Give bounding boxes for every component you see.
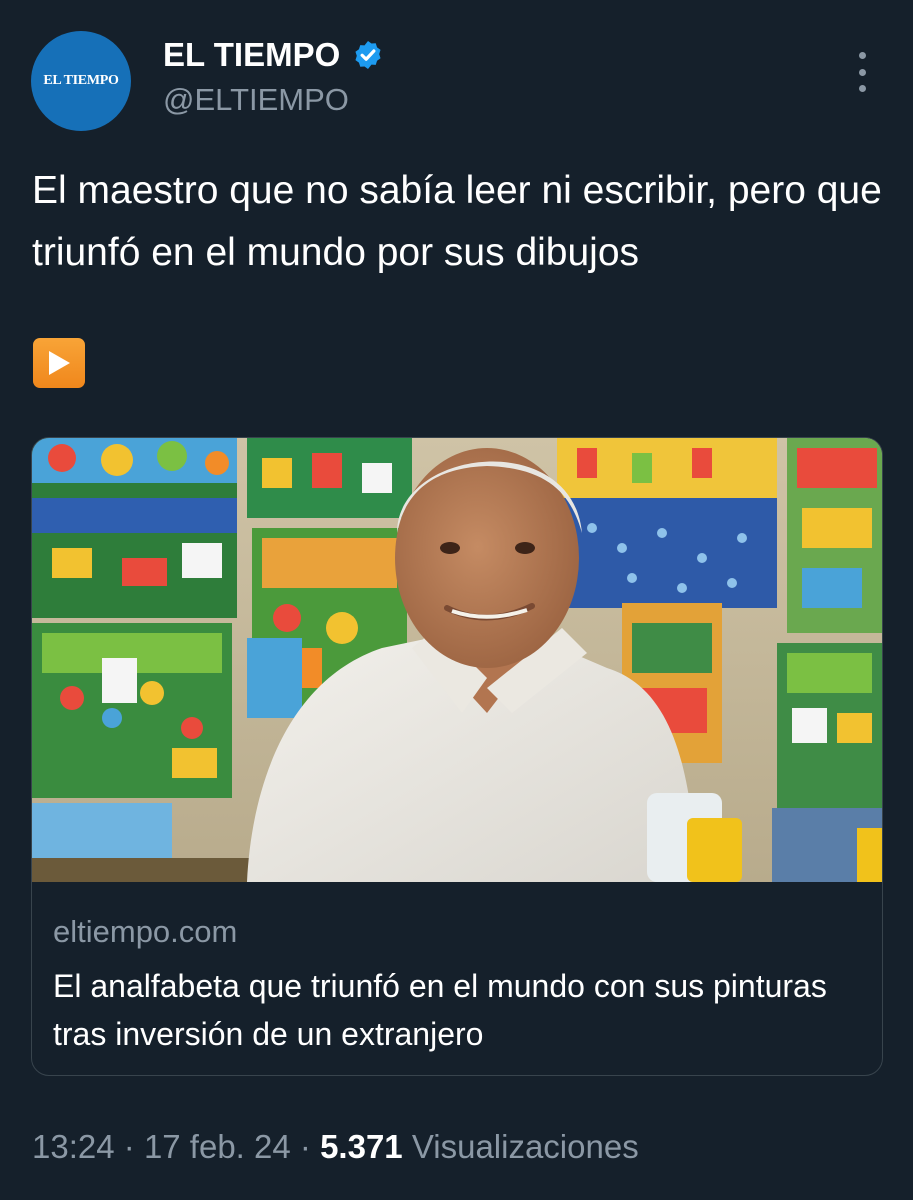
tweet-meta: 13:24 · 17 feb. 24 · 5.371 Visualizacion…: [32, 1128, 639, 1166]
card-image[interactable]: [32, 438, 882, 882]
tweet[interactable]: EL TIEMPO EL TIEMPO @ELTIEMPO El maestro…: [0, 0, 913, 1200]
photo-illustration: [32, 438, 882, 882]
views-label: Visualizaciones: [411, 1128, 639, 1165]
separator: ·: [123, 1128, 135, 1165]
link-preview-card[interactable]: eltiempo.com El analfabeta que triunfó e…: [31, 437, 883, 1076]
tweet-time[interactable]: 13:24: [32, 1128, 115, 1165]
tweet-text: El maestro que no sabía leer ni escribir…: [32, 169, 882, 274]
tweet-date[interactable]: 17 feb. 24: [144, 1128, 291, 1165]
display-name[interactable]: EL TIEMPO: [163, 36, 340, 74]
verified-badge-icon: [355, 41, 381, 69]
play-button-emoji-icon: [33, 338, 85, 388]
views-count[interactable]: 5.371: [320, 1128, 403, 1165]
author-handle[interactable]: @ELTIEMPO: [163, 82, 349, 118]
separator: ·: [299, 1128, 311, 1165]
avatar[interactable]: EL TIEMPO: [31, 31, 131, 131]
card-domain[interactable]: eltiempo.com: [53, 914, 237, 950]
card-title[interactable]: El analfabeta que triunfó en el mundo co…: [53, 962, 863, 1058]
author-name-row[interactable]: EL TIEMPO: [163, 36, 384, 74]
more-options-icon[interactable]: [852, 52, 872, 92]
avatar-logo-text: EL TIEMPO: [43, 73, 119, 88]
